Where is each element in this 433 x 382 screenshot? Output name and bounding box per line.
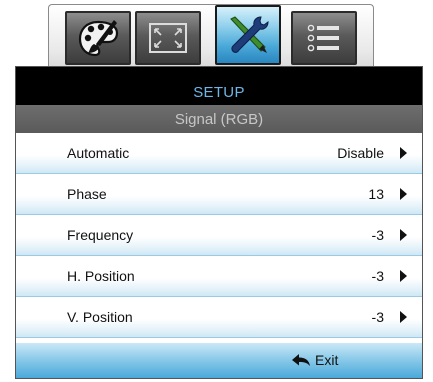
menu-item-value: -3 (371, 309, 384, 325)
exit-button[interactable]: Exit (291, 352, 338, 368)
tab-options[interactable] (291, 11, 357, 65)
menu-title: SETUP (193, 84, 245, 101)
back-arrow-icon (292, 354, 310, 366)
tab-display[interactable] (135, 11, 201, 65)
setup-menu-panel: SETUP Signal (RGB) Automatic Disable Pha… (15, 66, 423, 379)
menu-title-bar: SETUP (16, 67, 422, 105)
menu-item-value: Disable (337, 145, 384, 161)
menu-item-label: H. Position (67, 268, 135, 284)
menu-item-automatic[interactable]: Automatic Disable (16, 133, 422, 174)
menu-subtitle: Signal (RGB) (174, 110, 264, 128)
menu-item-frequency[interactable]: Frequency -3 (16, 215, 422, 256)
right-arrow-icon[interactable] (400, 147, 407, 159)
menu-item-v-position[interactable]: V. Position -3 (16, 297, 422, 338)
menu-item-value: -3 (371, 227, 384, 243)
menu-item-label: Automatic (67, 145, 130, 161)
palette-icon (78, 20, 119, 57)
exit-label: Exit (315, 352, 339, 368)
menu-item-h-position[interactable]: H. Position -3 (16, 256, 422, 297)
menu-tab-strip (48, 4, 374, 71)
menu-item-phase[interactable]: Phase 13 (16, 174, 422, 215)
right-arrow-icon[interactable] (400, 188, 407, 200)
tab-image[interactable] (65, 11, 131, 65)
menu-item-value: -3 (371, 268, 384, 284)
menu-subtitle-bar: Signal (RGB) (16, 105, 422, 133)
tab-setup[interactable] (215, 5, 281, 65)
fullscreen-icon (149, 23, 187, 53)
menu-item-label: V. Position (67, 309, 133, 325)
menu-item-label: Phase (67, 186, 107, 202)
right-arrow-icon[interactable] (400, 270, 407, 282)
tools-icon (230, 16, 269, 53)
right-arrow-icon[interactable] (400, 229, 407, 241)
exit-bar: Exit (16, 343, 422, 378)
menu-item-label: Frequency (67, 227, 134, 243)
list-icon (307, 24, 339, 52)
right-arrow-icon[interactable] (400, 311, 407, 323)
menu-item-value: 13 (368, 186, 384, 202)
